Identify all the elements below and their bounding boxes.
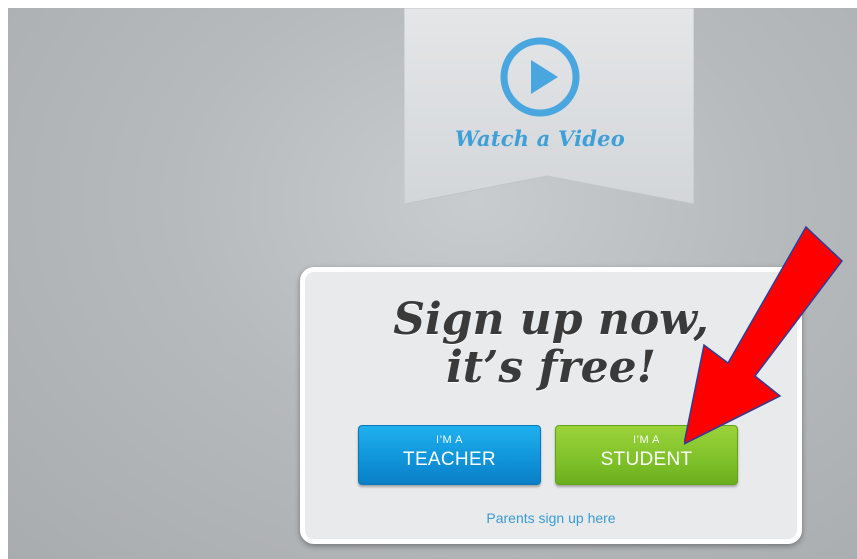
play-circle-icon[interactable] (498, 35, 582, 119)
watch-video-label[interactable]: Watch a Video (404, 126, 676, 151)
page-background: Watch a Video Sign up now, it’s free! I’… (8, 8, 857, 559)
watch-video-banner[interactable]: Watch a Video (404, 8, 694, 213)
red-arrow-icon (684, 225, 844, 445)
teacher-button-label: TEACHER (403, 449, 496, 470)
teacher-button-prefix: I’M A (436, 434, 463, 446)
teacher-signup-button[interactable]: I’M A TEACHER (358, 425, 541, 485)
parents-signup-link[interactable]: Parents sign up here (305, 510, 797, 526)
